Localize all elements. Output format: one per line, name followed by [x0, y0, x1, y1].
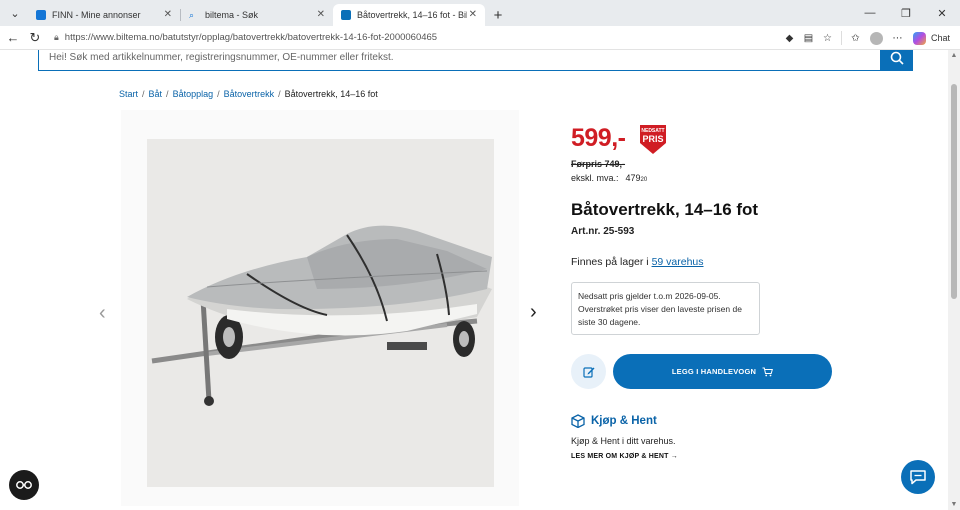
search-favicon-icon: ⌕: [189, 10, 195, 20]
edit-note-button[interactable]: [571, 354, 606, 389]
close-tab-icon[interactable]: ✕: [164, 9, 172, 20]
stock-info: Finnes på lager i 59 varehus: [571, 256, 704, 268]
tab-biltema-search[interactable]: ⌕ biltema - Søk ✕: [181, 4, 333, 26]
tab-finn[interactable]: FINN - Mine annonser ✕: [28, 4, 180, 26]
scroll-down-icon[interactable]: ▼: [949, 501, 959, 508]
finn-favicon-icon: [36, 10, 46, 20]
window-controls: — ❐ ✕: [852, 0, 960, 26]
browser-toolbar: ◆ ▤ ☆ ✩ ⋯ Chat: [780, 26, 960, 50]
breadcrumb-current: Båtovertrekk, 14–16 fot: [284, 89, 378, 99]
search-icon: [890, 51, 904, 65]
tab-actions-chevron-icon[interactable]: ⌄: [4, 3, 26, 23]
cart-icon: [762, 367, 774, 376]
favorite-star-icon[interactable]: ☆: [818, 33, 837, 44]
close-tab-icon[interactable]: ✕: [469, 9, 477, 20]
chat-bubble-icon: [910, 470, 926, 485]
browser-tab-bar: ⌄ FINN - Mine annonser ✕ ⌕ biltema - Søk…: [0, 0, 960, 26]
chat-button[interactable]: Chat: [912, 31, 950, 45]
page-content: Hei! Søk med artikkelnummer, registrerin…: [0, 50, 948, 510]
edit-icon: [582, 366, 594, 378]
price-ex-vat: ekskl. mva.: 479 20: [571, 173, 648, 183]
scrollbar-thumb[interactable]: [951, 84, 957, 299]
minimize-icon[interactable]: —: [852, 7, 888, 19]
product-image[interactable]: [147, 139, 494, 487]
glasses-icon: [16, 481, 32, 489]
reader-icon[interactable]: ▤: [799, 33, 818, 44]
copilot-icon: [912, 31, 926, 45]
article-number: Art.nr. 25-593: [571, 226, 635, 237]
scroll-up-icon[interactable]: ▲: [949, 52, 959, 59]
biltema-favicon-icon: [341, 10, 351, 20]
add-to-cart-button[interactable]: LEGG I HANDLEVOGN: [613, 354, 832, 389]
search-button[interactable]: [881, 50, 913, 71]
close-tab-icon[interactable]: ✕: [317, 9, 325, 20]
maximize-icon[interactable]: ❐: [888, 7, 924, 20]
accessibility-widget-button[interactable]: [9, 470, 39, 500]
product-title: Båtovertrekk, 14–16 fot: [571, 200, 759, 219]
breadcrumb-batovertrekk[interactable]: Båtovertrekk: [224, 89, 275, 99]
product-price: 599,-: [571, 124, 626, 152]
search-input[interactable]: Hei! Søk med artikkelnummer, registrerin…: [38, 50, 881, 71]
svg-text:PRIS: PRIS: [642, 134, 663, 144]
pickup-text: Kjøp & Hent i ditt varehus.: [571, 436, 676, 446]
lock-icon: 🔒︎: [54, 32, 59, 42]
address-bar: ← ↻ 🔒︎ https://www.biltema.no/batutstyr/…: [0, 26, 960, 50]
breadcrumb-batopplag[interactable]: Båtopplag: [173, 89, 214, 99]
refresh-icon[interactable]: ↻: [24, 30, 46, 46]
tag-icon[interactable]: ◆: [780, 33, 799, 44]
breadcrumb-start[interactable]: Start: [119, 89, 138, 99]
gallery-next-arrow-icon[interactable]: ›: [530, 301, 537, 324]
reduced-price-badge: NEDSATT PRIS: [639, 123, 667, 160]
more-icon[interactable]: ⋯: [888, 33, 907, 44]
breadcrumb: Start / Båt / Båtopplag / Båtovertrekk / Båt…: [119, 89, 378, 99]
back-icon[interactable]: ←: [2, 30, 24, 45]
close-window-icon[interactable]: ✕: [924, 7, 960, 20]
stock-stores-link[interactable]: 59 varehus: [652, 256, 704, 268]
favorites-icon[interactable]: ✩: [846, 33, 865, 44]
package-icon: [571, 414, 585, 428]
chat-support-button[interactable]: [901, 460, 935, 494]
boat-cover-illustration: [151, 225, 492, 406]
url-field[interactable]: 🔒︎ https://www.biltema.no/batutstyr/oppl…: [54, 29, 674, 47]
pickup-read-more-link[interactable]: LES MER OM KJØP & HENT →: [571, 453, 678, 460]
breadcrumb-bat[interactable]: Båt: [149, 89, 163, 99]
gallery-prev-arrow-icon[interactable]: ‹: [99, 302, 106, 325]
profile-avatar[interactable]: [869, 31, 883, 45]
tab-product[interactable]: Båtovertrekk, 14–16 fot - Biltema.n ✕: [333, 4, 485, 26]
pickup-title: Kjøp & Hent: [571, 414, 657, 428]
new-tab-icon[interactable]: +: [489, 4, 507, 26]
previous-price: Førpris 749,-: [571, 159, 626, 169]
price-notice: Nedsatt pris gjelder t.o.m 2026-09-05. O…: [571, 282, 760, 335]
page-scrollbar[interactable]: ▲ ▼: [948, 50, 960, 510]
